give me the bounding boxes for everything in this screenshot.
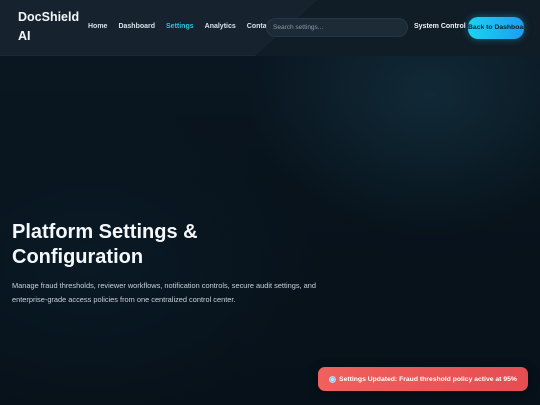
search-input[interactable] bbox=[273, 24, 407, 31]
search-box bbox=[266, 18, 408, 37]
nav-link-settings[interactable]: Settings bbox=[166, 22, 194, 32]
settings-updated-toast[interactable]: Settings Updated: Fraud threshold policy… bbox=[318, 367, 528, 391]
nav-link-home[interactable]: Home bbox=[88, 22, 107, 32]
toast-message: Settings Updated: Fraud threshold policy… bbox=[339, 375, 517, 383]
nav-link-analytics[interactable]: Analytics bbox=[205, 22, 236, 32]
page-description: Manage fraud thresholds, reviewer workfl… bbox=[12, 281, 316, 304]
brand-logo[interactable]: DocShield AI bbox=[18, 8, 86, 46]
nav-links: Home Dashboard Settings Analytics Contac… bbox=[88, 22, 284, 32]
page-title: Platform Settings & Configuration bbox=[12, 221, 198, 268]
page: DocShield AI Home Dashboard Settings Ana… bbox=[0, 0, 540, 405]
top-navbar: DocShield AI Home Dashboard Settings Ana… bbox=[0, 0, 540, 56]
back-to-dashboard-button[interactable]: Back to Dashboard bbox=[468, 17, 524, 39]
nav-link-dashboard[interactable]: Dashboard bbox=[118, 22, 155, 32]
system-control-link[interactable]: System Control bbox=[414, 23, 466, 30]
gear-icon bbox=[329, 375, 337, 383]
